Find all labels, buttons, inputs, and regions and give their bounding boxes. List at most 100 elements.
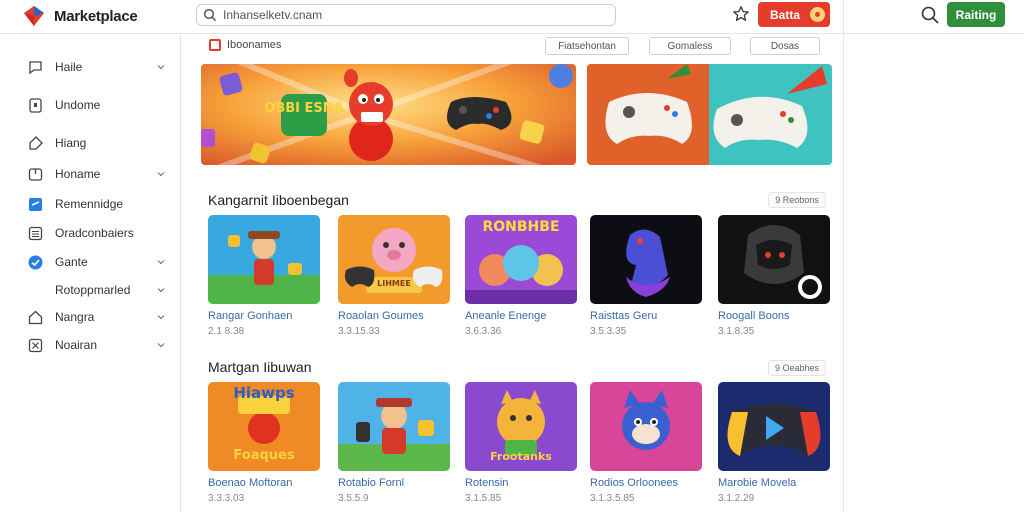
right-divider: [843, 0, 844, 512]
list-icon: [28, 226, 43, 241]
game-card[interactable]: Frootanks Rotensin 3.1.5.85: [465, 382, 577, 504]
sidebar: Haile Undome Hiang Honame Remennidge Ora…: [0, 35, 181, 512]
sidebar-item-noairan[interactable]: Noairan: [0, 334, 180, 356]
game-title: Aneanle Enenge: [465, 310, 547, 322]
red-action-label: Batta: [770, 7, 801, 22]
game-card[interactable]: Rotabio Fornl 3.5.5.9: [338, 382, 450, 504]
chevron-down-icon: [157, 172, 165, 177]
game-art-text: Hiawps: [233, 384, 295, 402]
sidebar-item-label: Undome: [55, 98, 101, 112]
featured-banner-right[interactable]: [587, 64, 832, 165]
game-meta: 3.1.2.29: [718, 493, 755, 504]
game-title: Rodios Orloonees: [590, 477, 679, 489]
check-circle-icon: [28, 255, 43, 270]
featured-banner-left[interactable]: OBBI ESNA: [201, 64, 576, 165]
game-thumbnail: [718, 215, 830, 304]
banner-right-art: [587, 64, 832, 165]
game-card[interactable]: Roogall Boons 3.1.8.35: [718, 215, 830, 337]
coin-icon: [810, 7, 826, 22]
game-art-text: RONBHBE: [482, 219, 560, 235]
box-icon: [28, 168, 43, 181]
game-card[interactable]: Marobie Movela 3.1.2.29: [718, 382, 830, 504]
folder-icon: [29, 198, 42, 211]
game-art-text: Frootanks: [490, 450, 552, 463]
filter-button-3[interactable]: Dosas: [750, 37, 820, 55]
sidebar-item-honame[interactable]: Honame: [0, 163, 180, 185]
game-card[interactable]: LIHMEE Roaolan Goumes 3.3.15.33: [338, 215, 450, 337]
game-art-subtext: Foaques: [233, 448, 295, 463]
main-content: Iboonames Fiatsehontan Gomaless Dosas OB…: [182, 35, 843, 512]
sidebar-item-hiang[interactable]: Hiang: [0, 132, 180, 154]
game-thumbnail: [590, 382, 702, 471]
game-thumbnail: RONBHBE: [465, 215, 577, 304]
sidebar-item-label: Gante: [55, 255, 88, 269]
sidebar-item-gante[interactable]: Gante: [0, 251, 180, 273]
section-title-2: Martgan Iibuwan: [208, 359, 312, 375]
sidebar-item-oradconbaiers[interactable]: Oradconbaiers: [0, 222, 180, 244]
game-meta: 3.6.3.36: [465, 326, 502, 337]
game-card[interactable]: Raisttas Geru 3.5.3.35: [590, 215, 702, 337]
game-meta: 3.3.3.03: [208, 493, 245, 504]
tag-icon: [29, 136, 43, 150]
game-thumbnail: [338, 382, 450, 471]
red-action-button[interactable]: Batta: [758, 2, 830, 27]
game-meta: 2.1 8.38: [208, 326, 245, 337]
grid-icon: [28, 338, 43, 353]
chevron-down-icon: [157, 65, 165, 70]
search-bar[interactable]: [196, 4, 616, 26]
section-tag-label: Iboonames: [227, 39, 282, 51]
game-thumbnail: LIHMEE: [338, 215, 450, 304]
sidebar-item-label: Noairan: [55, 338, 98, 352]
game-meta: 3.1.3.5.85: [590, 493, 635, 504]
chat-icon: [29, 61, 42, 75]
game-meta: 3.5.5.9: [338, 493, 369, 504]
game-card[interactable]: RONBHBE Aneanle Enenge 3.6.3.36: [465, 215, 577, 337]
sidebar-item-haile[interactable]: Haile: [0, 56, 180, 78]
marketplace-app: Marketplace Batta Raiting: [0, 0, 1024, 512]
sidebar-item-label: Hiang: [55, 136, 87, 150]
marketplace-logo-icon: [24, 6, 44, 26]
home-icon: [28, 310, 43, 325]
games-tag-icon: [209, 39, 221, 51]
section-tag[interactable]: Iboonames: [209, 39, 281, 51]
see-all-button-2[interactable]: 9 Oeabhes: [768, 360, 826, 376]
chevron-down-icon: [157, 288, 165, 293]
game-thumbnail: [590, 215, 702, 304]
filter-button-2[interactable]: Gomaless: [649, 37, 731, 55]
game-title: Raisttas Geru: [590, 310, 658, 322]
chevron-down-icon: [157, 315, 165, 320]
game-title: Roaolan Goumes: [338, 310, 424, 322]
game-title: Rotabio Fornl: [338, 477, 405, 489]
sidebar-item-rotoppmarled[interactable]: Rotoppmarled: [0, 279, 180, 301]
game-card[interactable]: Hiawps Foaques Boenao Moftoran 3.3.3.03: [208, 382, 320, 504]
sidebar-item-label: Haile: [55, 60, 83, 74]
sidebar-item-label: Remennidge: [55, 197, 124, 211]
game-thumbnail: [718, 382, 830, 471]
see-all-button-1[interactable]: 9 Reobons: [768, 192, 826, 208]
game-title: Marobie Movela: [718, 477, 797, 489]
game-thumbnail: Hiawps Foaques: [208, 382, 320, 471]
green-action-button[interactable]: Raiting: [947, 2, 1005, 27]
brand[interactable]: Marketplace: [22, 4, 138, 28]
game-title: Rangar Gonhaen: [208, 310, 293, 322]
chevron-down-icon: [157, 260, 165, 265]
section-title-1: Kangarnit Iiboenbegan: [208, 192, 349, 208]
game-title: Roogall Boons: [718, 310, 790, 322]
game-art-text: LIHMEE: [377, 279, 411, 288]
filter-button-1[interactable]: Fiatsehontan: [545, 37, 629, 55]
search-input[interactable]: [223, 8, 603, 22]
sidebar-item-nangra[interactable]: Nangra: [0, 306, 180, 328]
game-card[interactable]: Rangar Gonhaen 2.1 8.38: [208, 215, 320, 337]
game-meta: 3.5.3.35: [590, 326, 627, 337]
search-icon: [203, 8, 217, 22]
game-meta: 3.3.15.33: [338, 326, 380, 337]
sidebar-item-label: Oradconbaiers: [55, 226, 134, 240]
favorite-button[interactable]: [731, 4, 751, 24]
search-icon[interactable]: [920, 5, 940, 25]
game-title: Boenao Moftoran: [208, 477, 293, 489]
sidebar-item-remennidge[interactable]: Remennidge: [0, 193, 180, 215]
sidebar-item-undome[interactable]: Undome: [0, 94, 180, 116]
banner-left-art: OBBI ESNA: [201, 64, 576, 165]
banner-left-title: OBBI ESNA: [264, 101, 343, 116]
game-card[interactable]: Rodios Orloonees 3.1.3.5.85: [590, 382, 702, 504]
